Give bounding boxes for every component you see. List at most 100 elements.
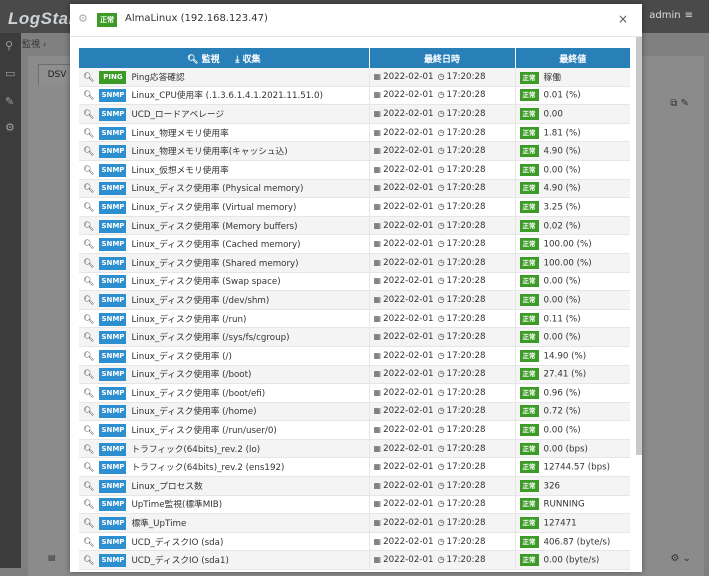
- monitor-header[interactable]: 監視: [202, 55, 220, 65]
- table-row[interactable]: 🔍︎ SNMP Linux_物理メモリ使用率 ▦ 2022-02-01 ◷ 17:20:28…: [79, 123, 630, 143]
- app-logo[interactable]: LogStar: [8, 9, 76, 29]
- date-value: 2022-02-01: [383, 127, 434, 138]
- search-icon[interactable]: 🔍︎: [83, 482, 94, 492]
- table-row[interactable]: 🔍︎ SNMP Linux_ディスク使用率 (/dev/shm) ▦ 2022-02-0…: [79, 290, 630, 310]
- table-row[interactable]: 🔍︎ SNMP Linux_ディスク使用率 (/) ▦ 2022-02-01 ◷ 17:20…: [79, 346, 630, 366]
- item-name[interactable]: UCD_ディスクIO (sda): [131, 538, 223, 548]
- monitor-icon[interactable]: ▭: [5, 67, 15, 80]
- table-row[interactable]: 🔍︎ SNMP Linux_物理メモリ使用率(キャッシュ込) ▦ 2022-02-01 ◷…: [79, 141, 630, 161]
- item-name[interactable]: Linux_ディスク使用率 (/run/user/0): [131, 426, 276, 436]
- search-icon[interactable]: 🔍︎: [83, 184, 94, 194]
- copy-icon[interactable]: ⧉: [670, 98, 677, 109]
- table-row[interactable]: 🔍︎ SNMP Linux_ディスク使用率 (/sys/fs/cgroup) ▦ 202…: [79, 327, 630, 347]
- item-name[interactable]: Linux_ディスク使用率 (/run): [131, 315, 246, 325]
- search-icon[interactable]: 🔍︎: [83, 166, 94, 176]
- search-icon[interactable]: 🔍︎: [83, 240, 94, 250]
- gear-icon[interactable]: ⚙: [78, 12, 88, 25]
- table-row[interactable]: 🔍︎ SNMP Linux_ディスク使用率 (/home) ▦ 2022-02-01 ◷ 1…: [79, 402, 630, 422]
- item-name[interactable]: Ping応答確認: [131, 73, 184, 83]
- table-row[interactable]: 🔍︎ SNMP UCD_ロードアベレージ ▦ 2022-02-01 ◷ 17:20:28 正常…: [79, 104, 630, 124]
- scrollbar[interactable]: [636, 37, 642, 455]
- search-icon[interactable]: 🔍︎: [83, 445, 94, 455]
- search-icon[interactable]: 🔍︎: [83, 73, 94, 83]
- search-icon[interactable]: 🔍︎: [83, 147, 94, 157]
- table-row[interactable]: 🔍︎ SNMP トラフィック(64bits)_rev.2 (lo) ▦ 2022-02-…: [79, 439, 630, 459]
- search-icon[interactable]: 🔍︎: [83, 315, 94, 325]
- search-icon[interactable]: 🔍︎: [83, 370, 94, 380]
- table-row[interactable]: 🔍︎ SNMP UCD_ディスクIO (sda1) ▦ 2022-02-01 ◷ 17:20…: [79, 550, 630, 571]
- item-name[interactable]: Linux_ディスク使用率 (/dev/shm): [131, 296, 269, 306]
- item-name[interactable]: Linux_ディスク使用率 (/home): [131, 407, 256, 417]
- item-name[interactable]: Linux_CPU使用率 (.1.3.6.1.4.1.2021.11.51.0): [131, 91, 323, 101]
- item-name[interactable]: Linux_ディスク使用率 (Physical memory): [131, 184, 303, 194]
- chevron-down-icon[interactable]: ⌄: [683, 553, 691, 564]
- collect-header[interactable]: 収集: [242, 55, 260, 65]
- table-row[interactable]: 🔍︎ SNMP Linux_ディスク使用率 (Memory buffers) ▦ 202…: [79, 216, 630, 236]
- search-icon[interactable]: 🔍︎: [83, 538, 94, 548]
- item-name[interactable]: Linux_ディスク使用率 (/): [131, 352, 231, 362]
- search-icon[interactable]: 🔍︎: [83, 426, 94, 436]
- wrench-icon[interactable]: ✎: [5, 95, 14, 108]
- gear-icon[interactable]: ⚙: [670, 553, 679, 564]
- search-icon[interactable]: 🔍︎: [83, 389, 94, 399]
- search-icon[interactable]: 🔍︎: [83, 203, 94, 213]
- search-icon[interactable]: 🔍︎: [83, 352, 94, 362]
- item-name[interactable]: Linux_物理メモリ使用率(キャッシュ込): [131, 147, 287, 157]
- search-icon[interactable]: 🔍︎: [83, 463, 94, 473]
- search-icon[interactable]: 🔍︎: [83, 277, 94, 287]
- search-icon[interactable]: 🔍︎: [83, 296, 94, 306]
- table-row[interactable]: 🔍︎ SNMP トラフィック(64bits)_rev.2 (ens192) ▦ 2022…: [79, 457, 630, 478]
- search-icon[interactable]: 🔍︎: [83, 333, 94, 343]
- item-name[interactable]: Linux_仮想メモリ使用率: [131, 166, 228, 176]
- table-row[interactable]: 🔍︎ SNMP UpTime監視(標準MIB) ▦ 2022-02-01 ◷ 17:20:2…: [79, 495, 630, 515]
- item-name[interactable]: Linux_ディスク使用率 (/boot): [131, 370, 251, 380]
- monitor-search-icon[interactable]: 🔍︎: [187, 55, 198, 65]
- item-name[interactable]: Linux_ディスク使用率 (Shared memory): [131, 259, 298, 269]
- settings-icon[interactable]: ⚙: [5, 121, 15, 134]
- edit-icon[interactable]: ✎: [681, 98, 689, 109]
- user-menu[interactable]: admin ≡: [649, 10, 693, 21]
- search-icon[interactable]: 🔍︎: [83, 91, 94, 101]
- table-row[interactable]: 🔍︎ SNMP Linux_ディスク使用率 (Shared memory) ▦ 2022…: [79, 253, 630, 273]
- table-row[interactable]: 🔍︎ SNMP Linux_CPU使用率 (.1.3.6.1.4.1.2021.11…: [79, 86, 630, 106]
- item-name[interactable]: トラフィック(64bits)_rev.2 (ens192): [131, 463, 284, 473]
- table-row[interactable]: 🔍︎ SNMP Linux_ディスク使用率 (/run/user/0) ▦ 2022-0…: [79, 420, 630, 440]
- item-name[interactable]: UpTime監視(標準MIB): [131, 500, 222, 510]
- item-name[interactable]: Linux_ディスク使用率 (Memory buffers): [131, 222, 297, 232]
- table-row[interactable]: 🔍︎ SNMP Linux_ディスク使用率 (Swap space) ▦ 2022-02…: [79, 272, 630, 292]
- item-name[interactable]: Linux_ディスク使用率 (/boot/efi): [131, 389, 265, 399]
- table-row[interactable]: 🔍︎ SNMP Linux_ディスク使用率 (/boot) ▦ 2022-02-01 ◷ 1…: [79, 365, 630, 385]
- search-icon[interactable]: 🔍︎: [83, 556, 94, 566]
- table-row[interactable]: 🔍︎ SNMP UCD_ディスクIO (sda) ▦ 2022-02-01 ◷ 17:20:…: [79, 532, 630, 552]
- search-icon[interactable]: ⚲: [5, 39, 13, 52]
- table-row[interactable]: 🔍︎ SNMP Linux_プロセス数 ▦ 2022-02-01 ◷ 17:20:28 正常 3…: [79, 476, 630, 496]
- table-row[interactable]: 🔍︎ SNMP Linux_ディスク使用率 (/run) ▦ 2022-02-01 ◷ 17…: [79, 309, 630, 329]
- table-row[interactable]: 🔍︎ SNMP Linux_ディスク使用率 (Physical memory) ▦ 20…: [79, 179, 630, 199]
- item-name[interactable]: Linux_プロセス数: [131, 482, 202, 492]
- search-icon[interactable]: 🔍︎: [83, 110, 94, 120]
- bottom-left-icon[interactable]: ▤: [48, 553, 56, 562]
- table-row[interactable]: 🔍︎ SNMP Linux_仮想メモリ使用率 ▦ 2022-02-01 ◷ 17:20:28…: [79, 160, 630, 180]
- search-icon[interactable]: 🔍︎: [83, 500, 94, 510]
- search-icon[interactable]: 🔍︎: [83, 259, 94, 269]
- item-name[interactable]: UCD_ディスクIO (sda1): [131, 556, 228, 566]
- table-row[interactable]: 🔍︎ PING Ping応答確認 ▦ 2022-02-01 ◷ 17:20:28 正常 稼働: [79, 68, 630, 87]
- item-name[interactable]: UCD_ロードアベレージ: [131, 110, 224, 120]
- table-row[interactable]: 🔍︎ SNMP Linux_ディスク使用率 (/boot/efi) ▦ 2022-02-…: [79, 383, 630, 403]
- item-name[interactable]: Linux_ディスク使用率 (Virtual memory): [131, 203, 296, 213]
- search-icon[interactable]: 🔍︎: [83, 407, 94, 417]
- item-name[interactable]: Linux_ディスク使用率 (Swap space): [131, 277, 280, 287]
- download-icon[interactable]: ⤓: [235, 55, 239, 65]
- item-name[interactable]: トラフィック(64bits)_rev.2 (lo): [131, 445, 260, 455]
- table-row[interactable]: 🔍︎ SNMP 標準_UpTime ▦ 2022-02-01 ◷ 17:20:28 正常 127…: [79, 513, 630, 533]
- table-row[interactable]: 🔍︎ SNMP Linux_ディスク使用率 (Cached memory) ▦ 2022…: [79, 234, 630, 254]
- search-icon[interactable]: 🔍︎: [83, 519, 94, 529]
- search-icon[interactable]: 🔍︎: [83, 129, 94, 139]
- table-row[interactable]: 🔍︎ SNMP Linux_ディスク使用率 (Virtual memory) ▦ 202…: [79, 197, 630, 217]
- item-name[interactable]: Linux_物理メモリ使用率: [131, 129, 228, 139]
- item-name[interactable]: Linux_ディスク使用率 (/sys/fs/cgroup): [131, 333, 289, 343]
- item-name[interactable]: 標準_UpTime: [131, 519, 186, 529]
- search-icon[interactable]: 🔍︎: [83, 222, 94, 232]
- close-icon[interactable]: ×: [618, 12, 628, 26]
- item-name[interactable]: Linux_ディスク使用率 (Cached memory): [131, 240, 300, 250]
